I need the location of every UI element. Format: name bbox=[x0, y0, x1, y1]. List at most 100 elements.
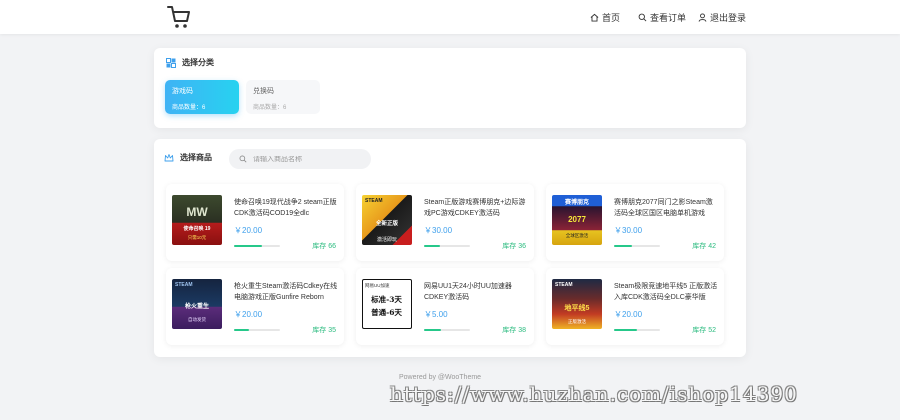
product-price: ￥5.00 bbox=[424, 309, 448, 320]
category-panel: 选择分类 bbox=[154, 48, 746, 128]
product-stock: 库存 38 bbox=[502, 325, 526, 335]
product-thumbnail: MW 使命召唤 19 只需10元 bbox=[172, 195, 222, 245]
product-panel-title: 选择商品 bbox=[180, 153, 212, 162]
stock-label: 库存 bbox=[502, 243, 517, 250]
nav-logout[interactable]: 退出登录 bbox=[698, 11, 746, 24]
stock-value: 66 bbox=[328, 243, 336, 250]
thumb-badge: 激活即玩 bbox=[376, 237, 397, 243]
nav-logout-label: 退出登录 bbox=[710, 13, 747, 23]
thumb-badge: 正版激活 bbox=[568, 319, 586, 324]
nav-orders[interactable]: 查看订单 bbox=[638, 11, 686, 24]
stock-progress-fill bbox=[614, 245, 633, 247]
product-card[interactable]: STEAM 地平线5 正版激活 Steam极限竞速地平线5 正版激活入库CDK激… bbox=[546, 268, 724, 345]
stock-progress-bar bbox=[424, 329, 470, 331]
thumb-caption: 枪火重生 bbox=[184, 304, 209, 310]
product-card[interactable]: 赛博朋克 2077 全球区激活 赛博朋克2077同门之影Steam激活码全球区国… bbox=[546, 184, 724, 261]
currency-symbol: ￥ bbox=[234, 226, 242, 235]
category-count-label: 商品数量： bbox=[253, 105, 284, 111]
search-input[interactable] bbox=[253, 155, 363, 163]
category-count-value: 6 bbox=[202, 105, 206, 111]
product-panel-header: 选择商品 bbox=[164, 152, 212, 163]
thumb-badge: 全球区激活 bbox=[565, 233, 589, 238]
category-redeem-code[interactable]: 兑换码 商品数量：6 bbox=[246, 80, 320, 114]
product-stock: 库存 35 bbox=[312, 325, 336, 335]
crown-icon bbox=[164, 153, 174, 161]
stock-value: 36 bbox=[518, 243, 526, 250]
stock-progress-bar bbox=[424, 245, 470, 247]
price-value: 30.00 bbox=[622, 226, 643, 235]
thumb-logo-text: MW bbox=[186, 205, 208, 219]
product-stock: 库存 36 bbox=[502, 241, 526, 251]
product-card[interactable]: MW 使命召唤 19 只需10元 使命召唤19现代战争2 steam正版CDK激… bbox=[166, 184, 344, 261]
stock-progress-bar bbox=[614, 245, 660, 247]
category-name: 兑换码 bbox=[253, 88, 274, 95]
product-search[interactable] bbox=[229, 149, 371, 169]
product-thumbnail: 网易UU加速 标准-3天 普通-6天 bbox=[362, 279, 412, 329]
price-value: 20.00 bbox=[242, 226, 263, 235]
product-title: 使命召唤19现代战争2 steam正版CDK激活码COD19全dlc bbox=[234, 199, 337, 217]
category-panel-title: 选择分类 bbox=[182, 58, 214, 67]
stock-progress-fill bbox=[424, 329, 441, 331]
top-bar: 首页 查看订单 退出登录 bbox=[0, 0, 900, 34]
stock-progress-fill bbox=[424, 245, 441, 247]
currency-symbol: ￥ bbox=[424, 226, 432, 235]
stock-value: 38 bbox=[518, 327, 526, 334]
price-value: 20.00 bbox=[242, 310, 263, 319]
product-stock: 库存 42 bbox=[692, 241, 716, 251]
cart-logo-icon[interactable] bbox=[166, 4, 192, 30]
stock-progress-fill bbox=[234, 329, 250, 331]
thumb-caption: 2077 bbox=[568, 215, 586, 224]
product-thumbnail: STEAM 全新正版 激活即玩 bbox=[362, 195, 412, 245]
category-count-value: 6 bbox=[283, 105, 287, 111]
stock-value: 35 bbox=[328, 327, 336, 334]
watermark: https://www.huzhan.com/ishop14390 bbox=[390, 382, 798, 406]
product-title: 枪火重生Steam激活码Cdkey在线电脑游戏正版Gunfire Reborn bbox=[234, 283, 338, 301]
nav-home[interactable]: 首页 bbox=[590, 11, 620, 24]
stock-progress-bar bbox=[234, 245, 280, 247]
product-title: 赛博朋克2077同门之影Steam激活码全球区国区电脑单机游戏 bbox=[614, 199, 713, 217]
category-count-label: 商品数量： bbox=[172, 105, 203, 111]
category-game-code[interactable]: 游戏码 商品数量：6 bbox=[165, 80, 239, 114]
product-thumbnail: STEAM 枪火重生 自动发货 bbox=[172, 279, 222, 329]
product-card[interactable]: 网易UU加速 标准-3天 普通-6天 网易UU1天24小时UU加速器CDKEY激… bbox=[356, 268, 534, 345]
thumb-logo-text: 赛博朋克 bbox=[564, 200, 589, 206]
category-name: 游戏码 bbox=[172, 88, 193, 95]
stock-label: 库存 bbox=[692, 243, 707, 250]
stock-label: 库存 bbox=[692, 327, 707, 334]
currency-symbol: ￥ bbox=[614, 226, 622, 235]
product-price: ￥20.00 bbox=[234, 225, 262, 236]
home-icon bbox=[590, 13, 599, 22]
stock-progress-bar bbox=[614, 329, 660, 331]
stock-progress-fill bbox=[234, 245, 262, 247]
thumb-caption: 使命召唤 19 bbox=[183, 226, 211, 232]
product-price: ￥30.00 bbox=[614, 225, 642, 236]
thumb-logo-text: STEAM bbox=[365, 198, 383, 204]
currency-symbol: ￥ bbox=[614, 310, 622, 319]
stock-progress-bar bbox=[234, 329, 280, 331]
price-value: 30.00 bbox=[432, 226, 453, 235]
price-value: 5.00 bbox=[432, 310, 448, 319]
thumb-badge: 网易UU加速 bbox=[365, 283, 390, 288]
thumb-badge: 只需10元 bbox=[187, 235, 207, 240]
category-count: 商品数量：6 bbox=[253, 102, 313, 111]
product-card[interactable]: STEAM 枪火重生 自动发货 枪火重生Steam激活码Cdkey在线电脑游戏正… bbox=[166, 268, 344, 345]
thumb-logo-text: STEAM bbox=[175, 282, 193, 288]
currency-symbol: ￥ bbox=[424, 310, 432, 319]
product-title: Steam极限竞速地平线5 正版激活入库CDK激活码全DLC豪华版 bbox=[614, 283, 718, 301]
product-card[interactable]: STEAM 全新正版 激活即玩 Steam正版游戏赛博朋克+边际游戏PC游戏CD… bbox=[356, 184, 534, 261]
product-stock: 库存 66 bbox=[312, 241, 336, 251]
product-thumbnail: 赛博朋克 2077 全球区激活 bbox=[552, 195, 602, 245]
footer-powered-by: Powered by @WooTheme bbox=[399, 374, 482, 381]
search-icon bbox=[638, 13, 647, 22]
stock-label: 库存 bbox=[312, 243, 327, 250]
product-title: Steam正版游戏赛博朋克+边际游戏PC游戏CDKEY激活码 bbox=[424, 199, 526, 217]
stock-label: 库存 bbox=[312, 327, 327, 334]
price-value: 20.00 bbox=[622, 310, 643, 319]
grid-icon bbox=[166, 57, 176, 68]
product-title: 网易UU1天24小时UU加速器CDKEY激活码 bbox=[424, 283, 512, 301]
thumb-caption: 全新正版 bbox=[375, 221, 398, 227]
thumb-badge: 自动发货 bbox=[188, 317, 206, 322]
stock-value: 42 bbox=[708, 243, 716, 250]
stock-label: 库存 bbox=[502, 327, 517, 334]
currency-symbol: ￥ bbox=[234, 310, 242, 319]
